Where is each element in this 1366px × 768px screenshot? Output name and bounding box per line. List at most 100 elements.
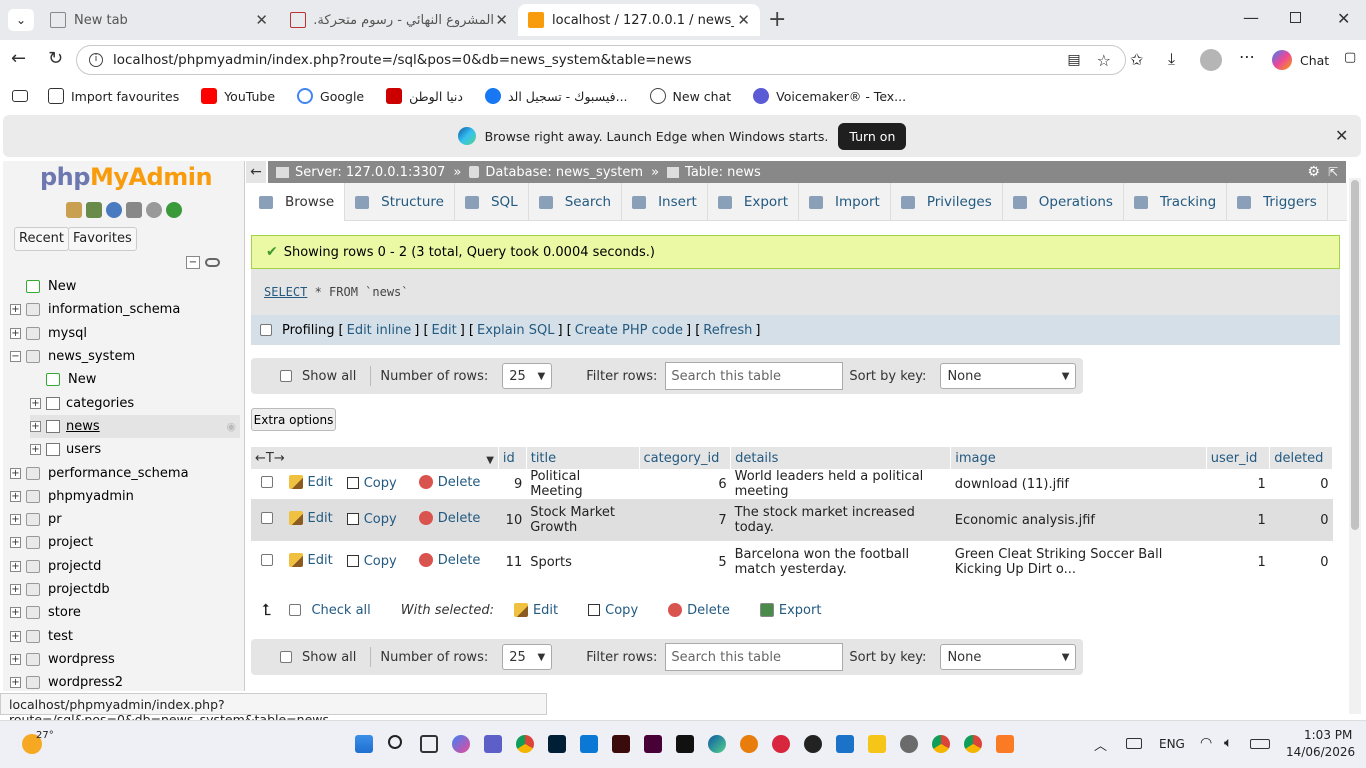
tree-node-project[interactable]: + project	[10, 531, 240, 554]
star-icon[interactable]: ☆	[1097, 51, 1111, 70]
col-title[interactable]: title	[526, 447, 640, 469]
check-all-checkbox[interactable]	[289, 604, 302, 616]
collapse-up-icon[interactable]: ⇱	[1328, 165, 1338, 179]
expand-icon[interactable]: +	[10, 537, 21, 549]
tree-node-new[interactable]: New	[10, 368, 240, 391]
profile-avatar[interactable]	[1200, 49, 1222, 71]
row-delete-button[interactable]: Delete	[418, 553, 480, 568]
address-bar[interactable]: i localhost/phpmyadmin/index.php?route=/…	[76, 45, 1126, 75]
download-icon[interactable]: ⤓	[1168, 49, 1175, 69]
weather-widget[interactable]: 27°	[22, 730, 54, 754]
tab-search[interactable]: Search	[529, 183, 623, 221]
tab-operations[interactable]: Operations	[1003, 183, 1124, 221]
new-tab-button[interactable]: +	[768, 7, 786, 32]
cell-title[interactable]: Stock Market Growth	[526, 499, 640, 541]
expand-icon[interactable]: +	[10, 327, 21, 339]
cell-image[interactable]: Green Cleat Striking Soccer Ball Kicking…	[950, 541, 1207, 583]
blender-icon[interactable]	[740, 735, 758, 753]
refresh-link[interactable]: Refresh	[703, 323, 752, 338]
chevron-up-icon[interactable]: ︿	[1094, 735, 1107, 754]
breadcrumb-database[interactable]: Database: news_system	[485, 165, 643, 180]
file-explorer-icon[interactable]	[868, 735, 886, 753]
tab-import[interactable]: Import	[799, 183, 891, 221]
minimize-button[interactable]: —	[1243, 8, 1259, 27]
row-copy-button[interactable]: Copy	[346, 512, 397, 527]
back-arrow-icon[interactable]: ←	[11, 48, 26, 69]
favorites-button[interactable]: Favorites	[68, 227, 137, 251]
refresh-icon[interactable]: ↻	[48, 48, 63, 69]
cell-category-id[interactable]: 5	[639, 541, 731, 583]
breadcrumb-table[interactable]: Table: news	[685, 165, 761, 180]
tree-node-label[interactable]: users	[66, 442, 101, 457]
check-all-label[interactable]: Check all	[311, 603, 370, 618]
close-tab-icon[interactable]: ✕	[255, 11, 268, 29]
bulk-copy-button[interactable]: Copy	[588, 603, 638, 618]
tree-node-label[interactable]: information_schema	[48, 302, 180, 317]
expand-icon[interactable]: +	[10, 514, 21, 526]
col-user-id[interactable]: user_id	[1206, 447, 1271, 469]
tree-node-performance-schema[interactable]: + performance_schema	[10, 461, 240, 484]
cell-category-id[interactable]: 7	[639, 499, 731, 541]
more-menu-icon[interactable]: ⋯	[1239, 47, 1255, 66]
profiling-checkbox[interactable]	[260, 324, 272, 336]
collapse-nav-button[interactable]: ←	[246, 161, 266, 183]
cell-id[interactable]: 10	[498, 499, 527, 541]
tab-new-tab[interactable]: New tab ✕	[40, 4, 278, 36]
chrome-profile2-icon[interactable]	[964, 735, 982, 753]
start-icon[interactable]	[355, 735, 373, 753]
teams-icon[interactable]	[484, 735, 502, 753]
expand-icon[interactable]: +	[10, 677, 21, 689]
expand-icon[interactable]: +	[10, 560, 21, 572]
sql-keyword[interactable]: SELECT	[264, 285, 307, 299]
col-deleted[interactable]: deleted	[1269, 447, 1333, 469]
row-edit-button[interactable]: Edit	[288, 511, 333, 526]
volume-icon[interactable]: 🔈︎	[1224, 735, 1232, 751]
bulk-delete-button[interactable]: Delete	[668, 603, 730, 618]
tree-node-store[interactable]: + store	[10, 601, 240, 624]
tree-node-label[interactable]: projectd	[48, 559, 101, 574]
wifi-icon[interactable]: ◠	[1200, 735, 1212, 751]
bulk-edit-button[interactable]: Edit	[513, 603, 558, 618]
explain-sql-link[interactable]: Explain SQL	[477, 323, 554, 338]
tree-node-label[interactable]: phpmyadmin	[48, 489, 134, 504]
row-copy-button[interactable]: Copy	[346, 476, 397, 491]
extra-options-button[interactable]: Extra options	[251, 408, 336, 431]
fav-import[interactable]: Import favourites	[48, 88, 179, 104]
tree-node-news[interactable]: + news ◉	[30, 414, 240, 439]
tree-node-information-schema[interactable]: + information_schema	[10, 298, 240, 321]
tree-node-users[interactable]: + users	[10, 438, 240, 461]
row-checkbox[interactable]	[261, 554, 273, 566]
fav-youtube[interactable]: YouTube	[201, 88, 275, 104]
col-category-id[interactable]: category_id	[639, 447, 732, 469]
tree-node-test[interactable]: + test	[10, 624, 240, 647]
tab-insert[interactable]: Insert	[622, 183, 708, 221]
tab-tracking[interactable]: Tracking	[1124, 183, 1228, 221]
row-edit-button[interactable]: Edit	[288, 553, 333, 568]
tree-node-label[interactable]: pr	[48, 512, 62, 527]
fav-dunya[interactable]: دنيا الوطن	[386, 88, 463, 104]
tab-triggers[interactable]: Triggers	[1227, 183, 1328, 221]
tree-node-wordpress[interactable]: + wordpress	[10, 648, 240, 671]
copilot-chat-button[interactable]: Chat	[1272, 50, 1329, 70]
expand-icon[interactable]: +	[10, 304, 21, 316]
settings-icon[interactable]	[146, 202, 162, 218]
tab-pdf[interactable]: المشروع النهائي - رسوم متحركة.pdf ✕	[280, 4, 518, 36]
fav-new-chat[interactable]: New chat	[649, 88, 731, 104]
sort-key-select-bottom[interactable]: None ▼	[940, 644, 1077, 670]
tree-node-pr[interactable]: + pr	[10, 508, 240, 531]
language-indicator[interactable]: ENG	[1159, 737, 1185, 751]
tree-node-label[interactable]: test	[48, 629, 73, 644]
tab-actions-menu[interactable]: ⌄	[8, 9, 34, 31]
cell-user-id[interactable]: 1	[1206, 499, 1270, 541]
expand-icon[interactable]: +	[10, 490, 21, 502]
cell-user-id[interactable]: 1	[1206, 541, 1270, 583]
search-icon[interactable]	[388, 735, 402, 749]
tree-node-label[interactable]: wordpress2	[48, 675, 123, 690]
tree-node-label[interactable]: categories	[66, 396, 134, 411]
tab-phpmyadmin[interactable]: localhost / 127.0.0.1 / news_system ✕	[518, 4, 760, 36]
col-details[interactable]: details	[730, 447, 952, 469]
settings-taskbar-icon[interactable]	[900, 735, 918, 753]
row-edit-button[interactable]: Edit	[288, 475, 333, 490]
cell-user-id[interactable]: 1	[1206, 469, 1270, 499]
task-view-icon[interactable]	[420, 735, 438, 753]
